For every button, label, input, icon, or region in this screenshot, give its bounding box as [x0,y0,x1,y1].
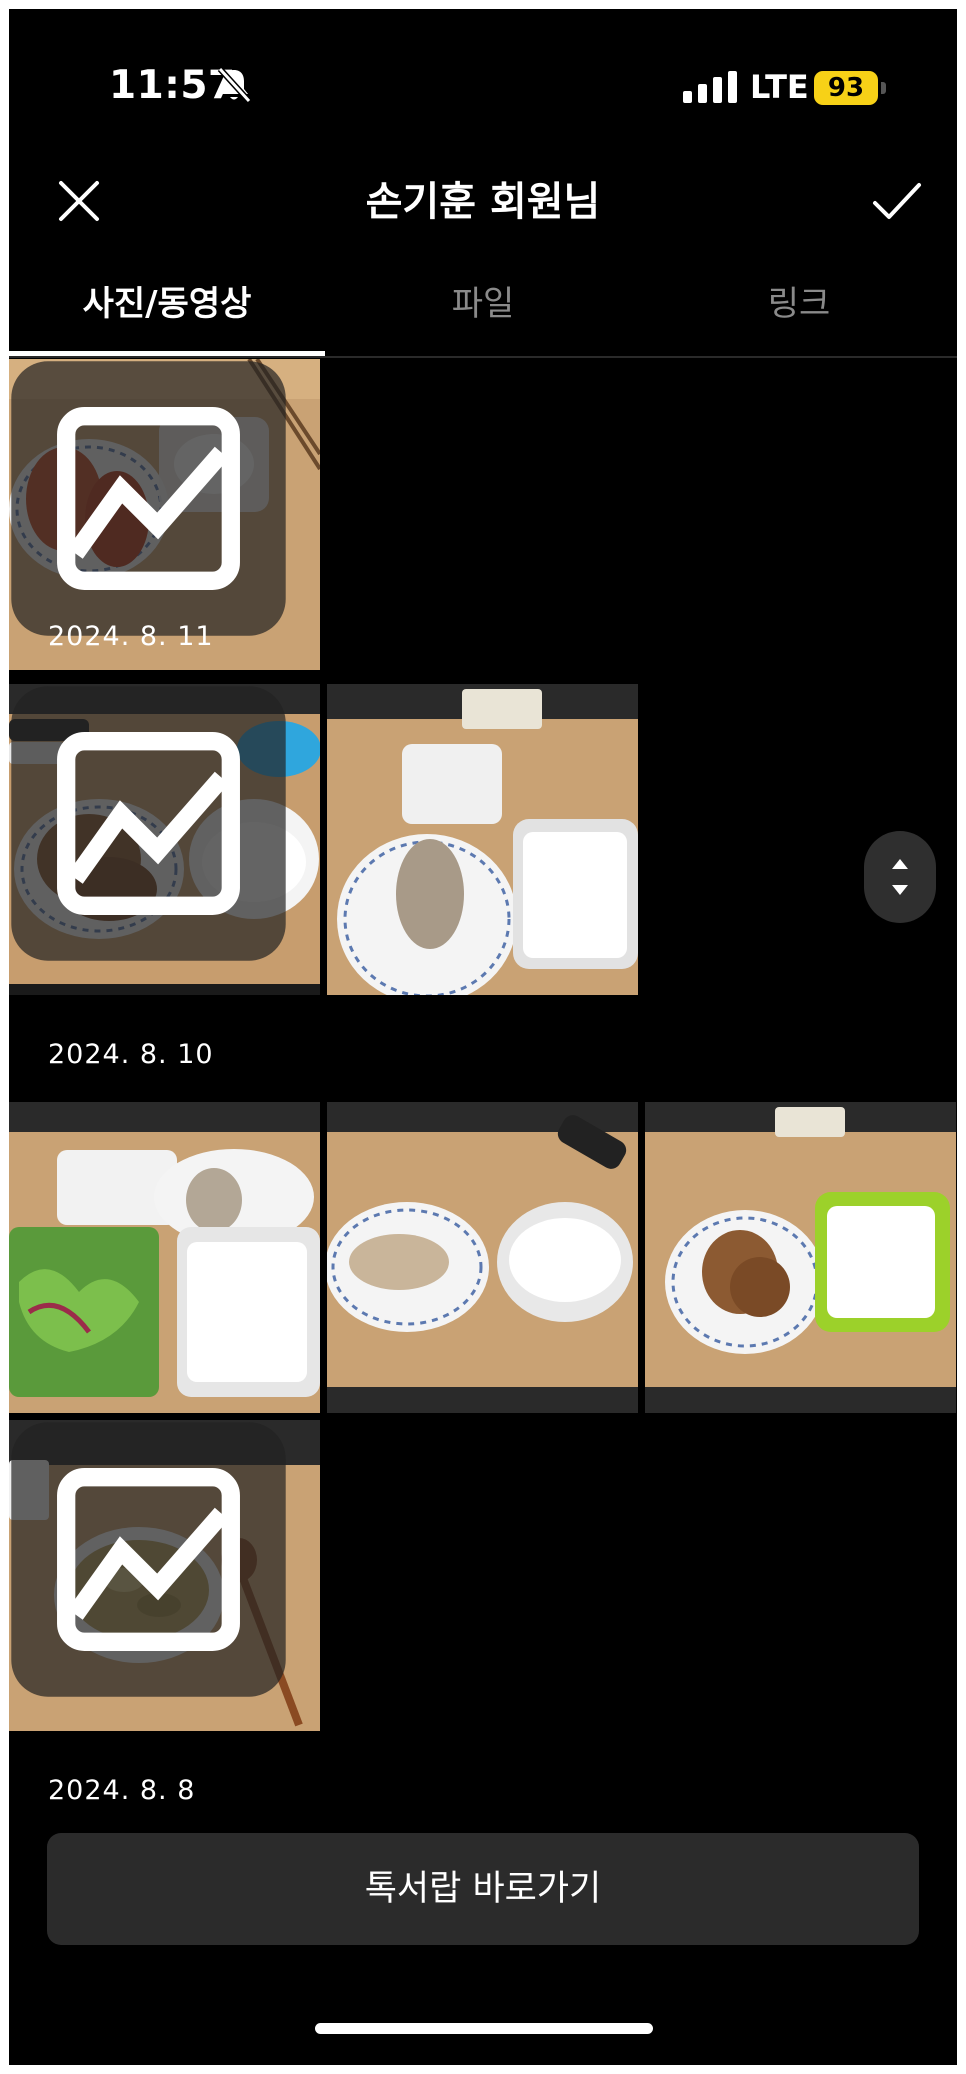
page-title: 손기훈 회원님 [365,179,601,225]
active-tab-indicator [9,351,325,356]
battery-level: 93 [814,71,878,105]
battery-nub [881,82,886,94]
talk-drawer-button[interactable]: 톡서랍 바로가기 [47,1833,919,1945]
scroll-arrows-icon [892,859,908,895]
network-type: LTE [750,68,809,106]
tab-links[interactable]: 링크 [641,264,957,354]
photo-salad-chicken-rice [9,1102,320,1413]
photo-chicken-rice-2 [327,1102,638,1413]
battery-icon: 93 [814,71,888,105]
date-header: 2024. 8. 10 [48,1039,214,1070]
home-indicator[interactable] [315,2023,653,2034]
date-header: 2024. 8. 8 [48,1775,196,1806]
photo-chicken-green-box [645,1102,956,1413]
date-header: 2024. 8. 11 [48,621,214,652]
signal-icon [683,71,737,103]
tab-files[interactable]: 파일 [325,264,641,354]
scroll-handle[interactable] [864,831,936,923]
check-icon[interactable] [867,173,927,229]
tab-bar: 사진/동영상 파일 링크 [9,264,957,358]
photo-thumbnail[interactable] [645,1102,956,1413]
motion-photo-icon [11,361,286,636]
tab-photos-videos[interactable]: 사진/동영상 [9,264,325,354]
bell-muted-icon [217,67,251,103]
motion-photo-icon [11,686,286,961]
status-bar: 11:57 LTE 93 [9,9,957,159]
photo-chicken-breast-rice [327,684,638,995]
photo-thumbnail[interactable] [9,1102,320,1413]
photo-thumbnail[interactable] [327,1102,638,1413]
photo-thumbnail[interactable] [9,684,320,995]
photo-thumbnail[interactable] [327,684,638,995]
motion-photo-icon [11,1422,286,1697]
photo-thumbnail[interactable] [9,1420,320,1731]
screen: 11:57 LTE 93 손기훈 회원님 사진/동영상 파일 링크 2024. … [9,9,957,2065]
